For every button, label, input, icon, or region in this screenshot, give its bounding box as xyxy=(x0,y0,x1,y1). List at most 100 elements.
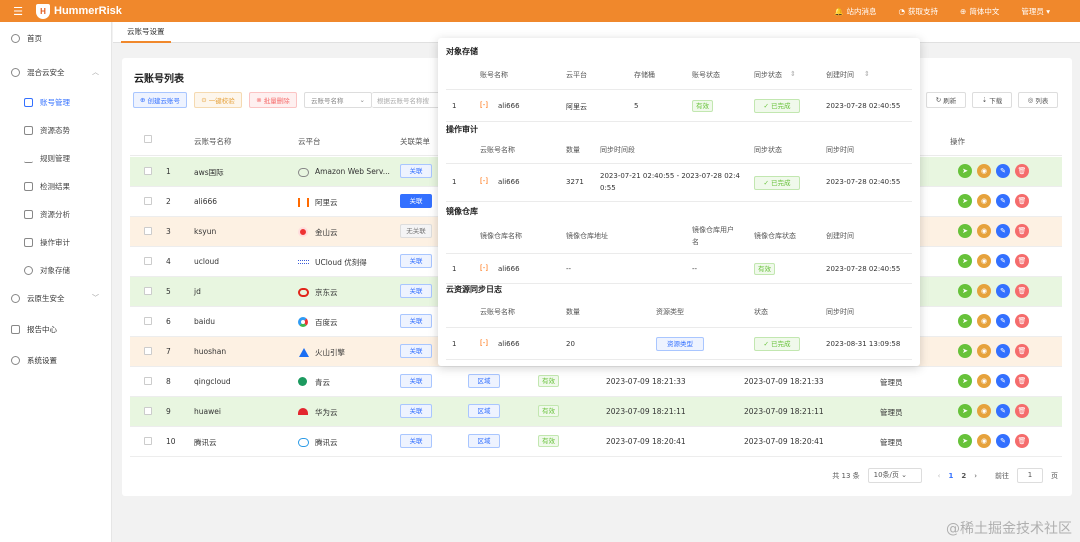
delete-icon[interactable]: 🗑 xyxy=(1015,164,1029,178)
delete-icon[interactable]: 🗑 xyxy=(1015,374,1029,388)
row-checkbox[interactable] xyxy=(144,377,152,385)
verify-icon[interactable]: ◉ xyxy=(977,254,991,268)
verify-icon[interactable]: ◉ xyxy=(977,194,991,208)
delete-icon[interactable]: 🗑 xyxy=(1015,404,1029,418)
prev-page-icon[interactable]: ‹ xyxy=(938,472,941,480)
verify-icon[interactable]: ◉ xyxy=(977,374,991,388)
menu-toggle-icon[interactable]: ☰ xyxy=(0,5,36,18)
associate-button[interactable]: 关联 xyxy=(400,194,432,208)
associate-button[interactable]: 关联 xyxy=(400,314,432,328)
page-size-select[interactable]: 10条/页 ⌄ xyxy=(867,468,922,483)
execute-icon[interactable]: ➤ xyxy=(958,344,972,358)
associate-button[interactable]: 关联 xyxy=(400,254,432,268)
verify-icon[interactable]: ◉ xyxy=(977,404,991,418)
table-row[interactable]: 10 腾讯云 腾讯云 关联 区域 有效 2023-07-09 18:20:41 … xyxy=(130,427,1062,457)
execute-icon[interactable]: ➤ xyxy=(958,194,972,208)
resource-type-button[interactable]: 资源类型 xyxy=(656,337,704,351)
row-checkbox[interactable] xyxy=(144,317,152,325)
goto-page-input[interactable]: 1 xyxy=(1017,468,1043,483)
download-button[interactable]: ⇣ 下载 xyxy=(972,92,1012,108)
execute-icon[interactable]: ➤ xyxy=(958,314,972,328)
associate-button[interactable]: 关联 xyxy=(400,374,432,388)
associate-button[interactable]: 关联 xyxy=(400,284,432,298)
oss-row[interactable]: 1 [-] ali666 阿里云 5 有效 ✓ 已完成 2023-07-28 0… xyxy=(446,90,912,122)
verify-all-button[interactable]: ⊙ 一键校验 xyxy=(194,92,242,108)
sidebar-item-account-management[interactable]: 账号管理 xyxy=(0,88,111,116)
edit-icon[interactable]: ✎ xyxy=(996,194,1010,208)
row-checkbox[interactable] xyxy=(144,227,152,235)
refresh-button[interactable]: ↻ 刷新 xyxy=(926,92,966,108)
delete-icon[interactable]: 🗑 xyxy=(1015,434,1029,448)
audit-row[interactable]: 1 [-] ali666 3271 2023-07-21 02:40:55 - … xyxy=(446,164,912,202)
edit-icon[interactable]: ✎ xyxy=(996,254,1010,268)
edit-icon[interactable]: ✎ xyxy=(996,224,1010,238)
region-button[interactable]: 区域 xyxy=(468,404,500,418)
page-1[interactable]: 1 xyxy=(948,472,953,480)
user-menu[interactable]: 管理员 ▾ xyxy=(1021,6,1050,17)
sidebar-item-resource-analysis[interactable]: 资源分析 xyxy=(0,200,111,228)
associate-button[interactable]: 关联 xyxy=(400,434,432,448)
sidebar-item-cloud-native[interactable]: 云原生安全 ﹀ xyxy=(0,284,111,312)
delete-icon[interactable]: 🗑 xyxy=(1015,314,1029,328)
edit-icon[interactable]: ✎ xyxy=(996,404,1010,418)
columns-button[interactable]: ◎ 列表 xyxy=(1018,92,1058,108)
associate-button[interactable]: 关联 xyxy=(400,164,432,178)
messages-link[interactable]: 🔔 站内消息 xyxy=(834,6,876,17)
verify-icon[interactable]: ◉ xyxy=(977,314,991,328)
language-selector[interactable]: ⊕ 简体中文 xyxy=(960,6,999,17)
search-field-select[interactable]: 云账号名称 ⌄ xyxy=(304,92,372,108)
edit-icon[interactable]: ✎ xyxy=(996,434,1010,448)
select-all-checkbox[interactable] xyxy=(144,135,152,143)
execute-icon[interactable]: ➤ xyxy=(958,164,972,178)
associate-button[interactable]: 关联 xyxy=(400,404,432,418)
verify-icon[interactable]: ◉ xyxy=(977,284,991,298)
edit-icon[interactable]: ✎ xyxy=(996,284,1010,298)
sidebar-item-reports[interactable]: 报告中心 xyxy=(0,315,111,343)
edit-icon[interactable]: ✎ xyxy=(996,314,1010,328)
verify-icon[interactable]: ◉ xyxy=(977,224,991,238)
batch-delete-button[interactable]: ⊗ 批量删除 xyxy=(249,92,297,108)
sort-icon[interactable]: ⇕ xyxy=(790,70,796,78)
delete-icon[interactable]: 🗑 xyxy=(1015,254,1029,268)
sidebar-item-hybrid-cloud[interactable]: 混合云安全 ︿ xyxy=(0,58,111,86)
region-button[interactable]: 区域 xyxy=(468,434,500,448)
associate-button[interactable]: 无关联 xyxy=(400,224,432,238)
sidebar-item-settings[interactable]: 系统设置 xyxy=(0,346,111,374)
execute-icon[interactable]: ➤ xyxy=(958,434,972,448)
row-checkbox[interactable] xyxy=(144,197,152,205)
delete-icon[interactable]: 🗑 xyxy=(1015,224,1029,238)
sort-icon[interactable]: ⇕ xyxy=(864,70,870,78)
search-input[interactable]: 根据云账号名称搜 xyxy=(372,92,440,108)
delete-icon[interactable]: 🗑 xyxy=(1015,344,1029,358)
synclog-row[interactable]: 1 [-] ali666 20 资源类型 ✓ 已完成 2023-08-31 13… xyxy=(446,328,912,360)
support-link[interactable]: ◔ 获取支持 xyxy=(899,6,939,17)
row-checkbox[interactable] xyxy=(144,287,152,295)
execute-icon[interactable]: ➤ xyxy=(958,284,972,298)
page-2[interactable]: 2 xyxy=(961,472,966,480)
verify-icon[interactable]: ◉ xyxy=(977,164,991,178)
region-button[interactable]: 区域 xyxy=(468,374,500,388)
delete-icon[interactable]: 🗑 xyxy=(1015,284,1029,298)
logo[interactable]: H HummerRisk xyxy=(36,3,122,19)
next-page-icon[interactable]: › xyxy=(974,472,977,480)
sidebar-item-object-storage[interactable]: 对象存储 xyxy=(0,256,111,284)
edit-icon[interactable]: ✎ xyxy=(996,164,1010,178)
sidebar-item-rules[interactable]: 规则管理 xyxy=(0,144,111,172)
execute-icon[interactable]: ➤ xyxy=(958,254,972,268)
delete-icon[interactable]: 🗑 xyxy=(1015,194,1029,208)
table-row[interactable]: 8 qingcloud 青云 关联 区域 有效 2023-07-09 18:21… xyxy=(130,367,1062,397)
sidebar-item-resource-posture[interactable]: 资源态势 xyxy=(0,116,111,144)
row-checkbox[interactable] xyxy=(144,407,152,415)
table-row[interactable]: 9 huawei 华为云 关联 区域 有效 2023-07-09 18:21:1… xyxy=(130,397,1062,427)
row-checkbox[interactable] xyxy=(144,167,152,175)
edit-icon[interactable]: ✎ xyxy=(996,344,1010,358)
execute-icon[interactable]: ➤ xyxy=(958,374,972,388)
sidebar-item-results[interactable]: 检测结果 xyxy=(0,172,111,200)
row-checkbox[interactable] xyxy=(144,437,152,445)
execute-icon[interactable]: ➤ xyxy=(958,404,972,418)
sidebar-item-home[interactable]: 首页 xyxy=(0,24,111,52)
row-checkbox[interactable] xyxy=(144,347,152,355)
create-account-button[interactable]: ⊕ 创建云账号 xyxy=(133,92,187,108)
tab-cloud-account-settings[interactable]: 云账号设置 xyxy=(121,25,171,43)
row-checkbox[interactable] xyxy=(144,257,152,265)
